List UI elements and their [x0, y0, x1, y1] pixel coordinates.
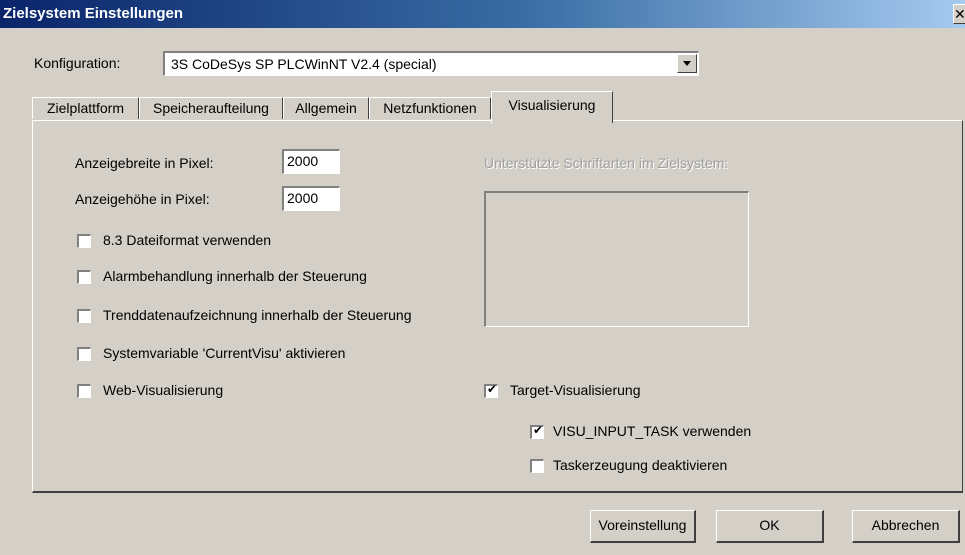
tab-label: Zielplattform: [46, 100, 125, 116]
defaults-button[interactable]: Voreinstellung: [590, 510, 696, 543]
display-height-label: Anzeigehöhe in Pixel:: [75, 191, 210, 207]
checkbox-label: Systemvariable 'CurrentVisu' aktivieren: [103, 345, 346, 361]
checkbox-label: Target-Visualisierung: [510, 382, 641, 398]
tab-label: Visualisierung: [508, 97, 596, 113]
display-width-input[interactable]: 2000: [282, 149, 340, 174]
supported-fonts-list[interactable]: [484, 191, 749, 327]
checkbox-label: Alarmbehandlung innerhalb der Steuerung: [103, 268, 367, 284]
checkbox-label: Trenddatenaufzeichnung innerhalb der Ste…: [103, 307, 412, 323]
display-height-input[interactable]: 2000: [282, 186, 340, 211]
checkbox-trend-recording[interactable]: [77, 309, 91, 323]
supported-fonts-label: Unterstützte Schriftarten im Zielsystem:: [484, 155, 729, 171]
checkbox-visu-input-task[interactable]: ✔: [530, 423, 544, 439]
tab-visualisierung[interactable]: Visualisierung: [491, 91, 613, 123]
window-title: Zielsystem Einstellungen: [3, 5, 184, 22]
tab-label: Allgemein: [295, 100, 357, 116]
checkbox-label: Taskerzeugung deaktivieren: [553, 457, 728, 473]
checkbox-task-disable[interactable]: [530, 459, 544, 473]
checkbox-label: VISU_INPUT_TASK verwenden: [553, 423, 752, 439]
cancel-button[interactable]: Abbrechen: [852, 510, 960, 543]
close-button[interactable]: ✕: [953, 4, 965, 24]
tab-speicheraufteilung[interactable]: Speicheraufteilung: [139, 97, 283, 119]
configuration-value: 3S CoDeSys SP PLCWinNT V2.4 (special): [171, 56, 437, 72]
tab-allgemein[interactable]: Allgemein: [283, 97, 369, 119]
title-bar: Zielsystem Einstellungen: [0, 0, 965, 28]
checkmark-icon: ✔: [487, 382, 498, 396]
button-label: Voreinstellung: [598, 517, 687, 533]
close-icon: ✕: [954, 6, 965, 22]
checkbox-label: 8.3 Dateiformat verwenden: [103, 232, 272, 248]
checkbox-web-visualisierung[interactable]: [77, 384, 91, 398]
tab-netzfunktionen[interactable]: Netzfunktionen: [369, 97, 491, 119]
checkbox-target-visualisierung[interactable]: ✔: [484, 382, 498, 398]
tab-label: Netzfunktionen: [383, 100, 477, 116]
checkmark-icon: ✔: [533, 423, 544, 437]
checkbox-alarm-handling[interactable]: [77, 270, 91, 284]
checkbox-current-visu[interactable]: [77, 347, 91, 361]
ok-button[interactable]: OK: [716, 510, 824, 543]
tab-label: Speicheraufteilung: [153, 100, 269, 116]
configuration-label: Konfiguration:: [34, 55, 121, 71]
button-label: Abbrechen: [871, 517, 940, 533]
tab-zielplattform[interactable]: Zielplattform: [32, 97, 139, 119]
configuration-select[interactable]: 3S CoDeSys SP PLCWinNT V2.4 (special): [163, 51, 699, 76]
display-width-label: Anzeigebreite in Pixel:: [75, 155, 214, 171]
checkbox-label: Web-Visualisierung: [103, 382, 224, 398]
checkbox-83-file-format[interactable]: [77, 234, 91, 248]
chevron-down-icon[interactable]: [677, 54, 697, 73]
button-label: OK: [759, 517, 780, 533]
